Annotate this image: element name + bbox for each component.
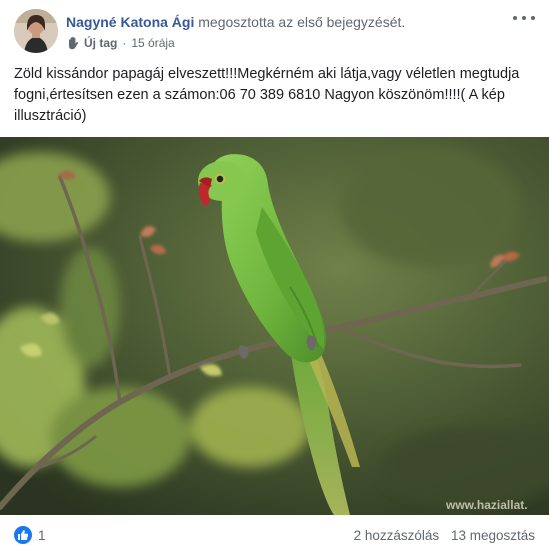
parrot-photo: www.haziallat. (0, 137, 549, 515)
wave-hand-icon (66, 36, 80, 50)
post-time[interactable]: 15 órája (131, 35, 174, 51)
more-options-button[interactable] (513, 10, 535, 26)
post-action-text: megosztotta az első bejegyzését. (198, 14, 406, 30)
reaction-count[interactable]: 1 (38, 527, 46, 545)
more-dots-icon (513, 16, 517, 20)
shares-count-link[interactable]: 13 megosztás (451, 528, 535, 543)
thumbs-up-icon[interactable] (14, 526, 32, 544)
post-footer: 1 2 hozzászólás 13 megosztás (0, 515, 549, 556)
avatar-photo (14, 9, 58, 53)
post-stats: 2 hozzászólás 13 megosztás (354, 527, 535, 545)
avatar[interactable] (14, 9, 58, 53)
post-header: Nagyné Katona Ági megosztotta az első be… (0, 0, 549, 60)
post-text: Zöld kissándor papagáj elveszett!!!Megké… (14, 66, 520, 124)
new-member-tag[interactable]: Új tag (84, 35, 117, 51)
comments-count-link[interactable]: 2 hozzászólás (354, 528, 440, 543)
post-image[interactable]: www.haziallat. (0, 137, 549, 515)
post-meta: Új tag · 15 órája (66, 35, 175, 51)
author-name[interactable]: Nagyné Katona Ági (66, 14, 194, 30)
image-watermark: www.haziallat. (445, 498, 528, 512)
feed-post: Nagyné Katona Ági megosztotta az első be… (0, 0, 549, 556)
meta-separator: · (122, 36, 127, 50)
author-line: Nagyné Katona Ági megosztotta az első be… (66, 13, 405, 31)
